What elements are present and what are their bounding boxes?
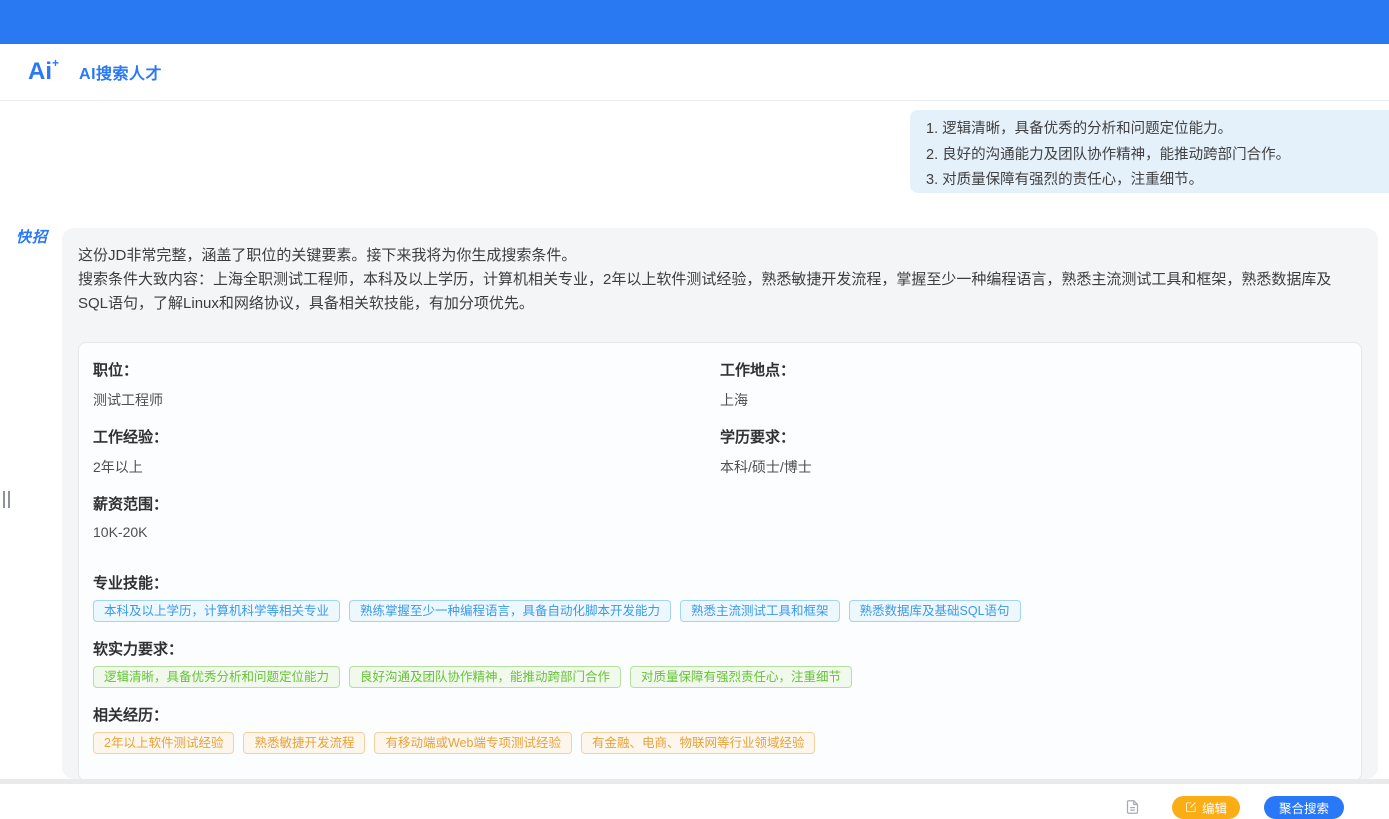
- soft-skill-tag: 良好沟通及团队协作精神，能推动跨部门合作: [349, 666, 621, 688]
- experience-tag-row: 2年以上软件测试经验熟悉敏捷开发流程有移动端或Web端专项测试经验有金融、电商、…: [93, 732, 1347, 754]
- skills-tag-row: 本科及以上学历，计算机科学等相关专业熟练掌握至少一种编程语言，具备自动化脚本开发…: [93, 600, 1347, 622]
- aggregate-search-label: 聚合搜索: [1279, 798, 1329, 817]
- soft-skills-section: 软实力要求： 逻辑清晰，具备优秀分析和问题定位能力良好沟通及团队协作精神，能推动…: [93, 638, 1347, 688]
- job-field-value: 10K-20K: [93, 524, 720, 540]
- job-field-grid: 职位： 测试工程师 工作地点： 上海 工作经验： 2年以上 学历要求： 本科/硕…: [93, 359, 1347, 556]
- job-field: 工作地点： 上海: [720, 359, 1347, 426]
- job-field-label: 学历要求：: [720, 426, 1347, 447]
- user-message-bubble: 1. 逻辑清晰，具备优秀的分析和问题定位能力。2. 良好的沟通能力及团队协作精神…: [910, 110, 1389, 193]
- edit-button-label: 编辑: [1202, 798, 1227, 817]
- bottom-divider: [0, 779, 1389, 784]
- job-field: 职位： 测试工程师: [93, 359, 720, 426]
- soft-skills-section-label: 软实力要求：: [93, 638, 1347, 659]
- job-field: 工作经验： 2年以上: [93, 426, 720, 493]
- job-field-value: 上海: [720, 390, 1347, 410]
- skill-tag: 熟悉主流测试工具和框架: [680, 600, 840, 622]
- skill-tag: 熟悉数据库及基础SQL语句: [849, 600, 1021, 622]
- job-field: 薪资范围： 10K-20K: [93, 493, 720, 556]
- job-field-label: 工作经验：: [93, 426, 720, 447]
- job-conditions-card: 职位： 测试工程师 工作地点： 上海 工作经验： 2年以上 学历要求： 本科/硕…: [78, 342, 1362, 781]
- job-field: 学历要求： 本科/硕士/博士: [720, 426, 1347, 493]
- app-logo: Ai+: [28, 58, 59, 86]
- skill-tag: 本科及以上学历，计算机科学等相关专业: [93, 600, 340, 622]
- document-icon[interactable]: [1125, 799, 1140, 815]
- page-title: AI搜索人才: [79, 60, 162, 84]
- user-message-line: 2. 良好的沟通能力及团队协作精神，能推动跨部门合作。: [926, 143, 1389, 169]
- bot-message-text: 这份JD非常完整，涵盖了职位的关键要素。接下来我将为你生成搜索条件。 搜索条件大…: [78, 244, 1362, 316]
- experience-section-label: 相关经历：: [93, 704, 1347, 725]
- panel-resize-handle[interactable]: [3, 491, 11, 508]
- logo-text: Ai: [28, 58, 52, 86]
- job-field-value: 2年以上: [93, 457, 720, 477]
- edit-icon: [1185, 801, 1197, 813]
- logo-plus-icon: +: [52, 56, 59, 70]
- job-field-label: 工作地点：: [720, 359, 1347, 380]
- bot-intro-text: 这份JD非常完整，涵盖了职位的关键要素。接下来我将为你生成搜索条件。: [78, 244, 1358, 268]
- job-field-label: 职位：: [93, 359, 720, 380]
- job-field-value: 测试工程师: [93, 390, 720, 410]
- soft-skill-tag: 逻辑清晰，具备优秀分析和问题定位能力: [93, 666, 340, 688]
- edit-button[interactable]: 编辑: [1172, 796, 1240, 819]
- app-header: Ai+ AI搜索人才: [0, 44, 1389, 101]
- bot-avatar-logo: 快招: [16, 226, 48, 247]
- job-field-label: 薪资范围：: [93, 493, 720, 514]
- aggregate-search-button[interactable]: 聚合搜索: [1264, 796, 1344, 819]
- job-field-value: 本科/硕士/博士: [720, 457, 1347, 477]
- user-message-line: 1. 逻辑清晰，具备优秀的分析和问题定位能力。: [926, 117, 1389, 143]
- experience-tag: 2年以上软件测试经验: [93, 732, 234, 754]
- skills-section: 专业技能： 本科及以上学历，计算机科学等相关专业熟练掌握至少一种编程语言，具备自…: [93, 572, 1347, 622]
- card-action-bar: 编辑 聚合搜索: [78, 795, 1362, 819]
- experience-section: 相关经历： 2年以上软件测试经验熟悉敏捷开发流程有移动端或Web端专项测试经验有…: [93, 704, 1347, 754]
- skills-section-label: 专业技能：: [93, 572, 1347, 593]
- soft-skill-tag: 对质量保障有强烈责任心，注重细节: [630, 666, 852, 688]
- bot-summary-text: 搜索条件大致内容：上海全职测试工程师，本科及以上学历，计算机相关专业，2年以上软…: [78, 268, 1358, 316]
- top-blue-bar: [0, 0, 1389, 44]
- soft-skills-tag-row: 逻辑清晰，具备优秀分析和问题定位能力良好沟通及团队协作精神，能推动跨部门合作对质…: [93, 666, 1347, 688]
- skill-tag: 熟练掌握至少一种编程语言，具备自动化脚本开发能力: [349, 600, 671, 622]
- experience-tag: 熟悉敏捷开发流程: [243, 732, 365, 754]
- bot-message-bubble: 这份JD非常完整，涵盖了职位的关键要素。接下来我将为你生成搜索条件。 搜索条件大…: [62, 228, 1378, 779]
- experience-tag: 有金融、电商、物联网等行业领域经验: [581, 732, 816, 754]
- experience-tag: 有移动端或Web端专项测试经验: [374, 732, 571, 754]
- user-message-line: 3. 对质量保障有强烈的责任心，注重细节。: [926, 168, 1389, 194]
